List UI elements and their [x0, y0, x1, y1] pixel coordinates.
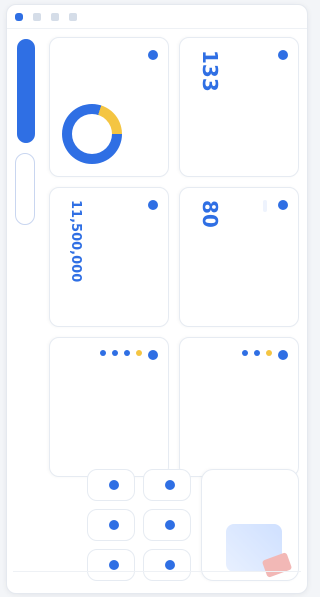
app-window: 133 80 11,500,000 [6, 4, 308, 594]
card-4[interactable] [49, 37, 169, 177]
stat-icon [278, 50, 288, 60]
card-1-header [278, 50, 288, 164]
card-2-header [278, 200, 288, 314]
content-area: 133 80 11,500,000 [7, 29, 307, 593]
card-3[interactable] [179, 337, 299, 477]
card-1-value: 133 [198, 50, 222, 92]
card-2-value: 80 [198, 200, 222, 228]
bullet-icon [254, 350, 260, 356]
card-2-pill [263, 200, 267, 212]
apps-icon[interactable] [51, 12, 59, 21]
card-3-header [278, 350, 288, 464]
quick-actions [87, 469, 191, 581]
bullet-icon [136, 350, 142, 356]
more-icon[interactable] [69, 12, 77, 21]
card-6-header [148, 350, 158, 464]
card-1[interactable]: 133 [179, 37, 299, 177]
quick-action-icon [165, 560, 175, 570]
card-4-header [148, 50, 158, 164]
dashboard-grid: 133 80 11,500,000 [49, 37, 299, 477]
bullet-icon [266, 350, 272, 356]
quick-action-icon [165, 480, 175, 490]
list-item [242, 350, 248, 464]
card-3-list [242, 350, 272, 464]
quick-action-icon [165, 520, 175, 530]
right-column [23, 469, 299, 581]
stat-icon [278, 200, 288, 210]
bullet-icon [124, 350, 130, 356]
card-6-list [100, 350, 142, 464]
quick-action-icon [109, 560, 119, 570]
rotated-dashboard: 133 80 11,500,000 [7, 29, 307, 593]
card-5[interactable]: 11,500,000 [49, 187, 169, 327]
quick-action-icon [109, 520, 119, 530]
list-item [266, 350, 272, 464]
donut-chart [62, 104, 122, 164]
card-5-header [148, 200, 158, 314]
footer-divider [13, 571, 301, 572]
stat-icon [278, 350, 288, 360]
list-item [124, 350, 130, 464]
quick-action-1[interactable] [143, 469, 191, 501]
stat-icon [148, 50, 158, 60]
quick-action-3[interactable] [143, 549, 191, 581]
top-toolbar [7, 5, 307, 29]
quick-action-5[interactable] [87, 509, 135, 541]
list-item [136, 350, 142, 464]
quick-action-2[interactable] [143, 509, 191, 541]
home-icon[interactable] [33, 12, 41, 21]
app-menu-icon[interactable] [15, 12, 23, 21]
card-2[interactable]: 80 [179, 187, 299, 327]
bullet-icon [100, 350, 106, 356]
quick-action-4[interactable] [87, 469, 135, 501]
stat-icon [148, 200, 158, 210]
hero-banner[interactable] [201, 469, 299, 581]
card-5-value: 11,500,000 [68, 200, 83, 283]
secondary-action-button[interactable] [15, 153, 35, 225]
card-6[interactable] [49, 337, 169, 477]
list-item [100, 350, 106, 464]
quick-action-icon [109, 480, 119, 490]
primary-action-button[interactable] [17, 39, 35, 143]
list-item [254, 350, 260, 464]
bullet-icon [112, 350, 118, 356]
stat-icon [148, 350, 158, 360]
quick-action-6[interactable] [87, 549, 135, 581]
list-item [112, 350, 118, 464]
bullet-icon [242, 350, 248, 356]
